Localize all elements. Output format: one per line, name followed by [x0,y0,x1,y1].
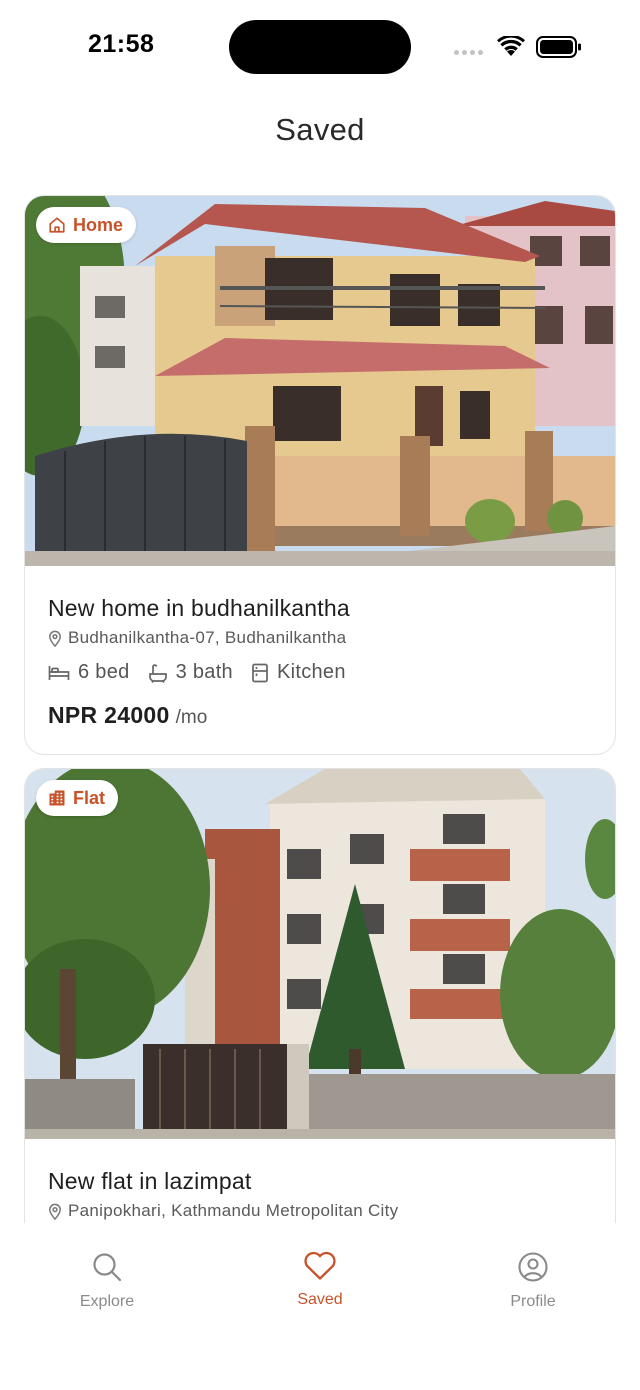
listing-photo[interactable]: Home [25,196,615,566]
badge-label: Home [73,214,124,235]
status-bar: 21:58 [0,0,640,95]
building-icon [49,790,65,806]
property-type-badge: Home [36,207,137,243]
heart-icon [304,1251,336,1280]
kitchen-feature: Kitchen [251,661,346,684]
tab-saved[interactable]: Saved [250,1251,390,1309]
listing-title[interactable]: New flat in lazimpat [48,1168,251,1195]
status-time: 21:58 [88,30,155,58]
listing-price: NPR 24000 [48,702,170,728]
kitchen-label: Kitchen [276,661,346,683]
location-pin-icon [49,630,61,647]
listing-card[interactable]: Flat New flat in lazimpat Panipokhari, K… [24,768,616,1223]
tab-bar: Explore Saved Profile [0,1223,640,1390]
location-pin-icon [49,1203,61,1220]
search-icon [93,1253,122,1282]
listing-address: Budhanilkantha-07, Budhanilkantha [48,628,346,648]
user-circle-icon [518,1252,548,1282]
page-title: Saved [275,112,365,147]
bed-icon [48,665,70,680]
listing-title[interactable]: New home in budhanilkantha [48,595,350,622]
baths-feature: 3 bath [148,661,233,684]
saved-listings[interactable]: Home New home in budhanilkantha Budhanil… [0,190,640,1223]
tab-label: Saved [297,1291,343,1308]
property-type-badge: Flat [36,780,119,816]
wifi-icon [497,36,525,56]
tab-explore[interactable]: Explore [37,1251,177,1311]
listing-address: Panipokhari, Kathmandu Metropolitan City [48,1201,398,1221]
listing-card[interactable]: Home New home in budhanilkantha Budhanil… [24,195,616,755]
tab-label: Profile [510,1293,556,1310]
listing-photo[interactable]: Flat [25,769,615,1139]
badge-label: Flat [73,787,106,808]
tab-label: Explore [79,1293,135,1310]
dynamic-island [229,20,411,74]
price-row: NPR 24000 /mo [48,702,207,729]
bathtub-icon [148,663,167,683]
address-text: Panipokhari, Kathmandu Metropolitan City [68,1201,399,1220]
price-period: /mo [175,707,208,728]
baths-count: 3 bath [175,661,233,683]
battery-icon [536,36,581,58]
tab-profile[interactable]: Profile [463,1251,603,1311]
cellular-signal-icon [454,50,483,55]
home-icon [49,217,65,233]
kitchen-icon [252,663,268,682]
beds-feature: 6 bed [48,661,130,684]
address-text: Budhanilkantha-07, Budhanilkantha [68,628,347,647]
beds-count: 6 bed [78,661,130,683]
listing-features: 6 bed 3 bath Kitchen [48,661,346,684]
